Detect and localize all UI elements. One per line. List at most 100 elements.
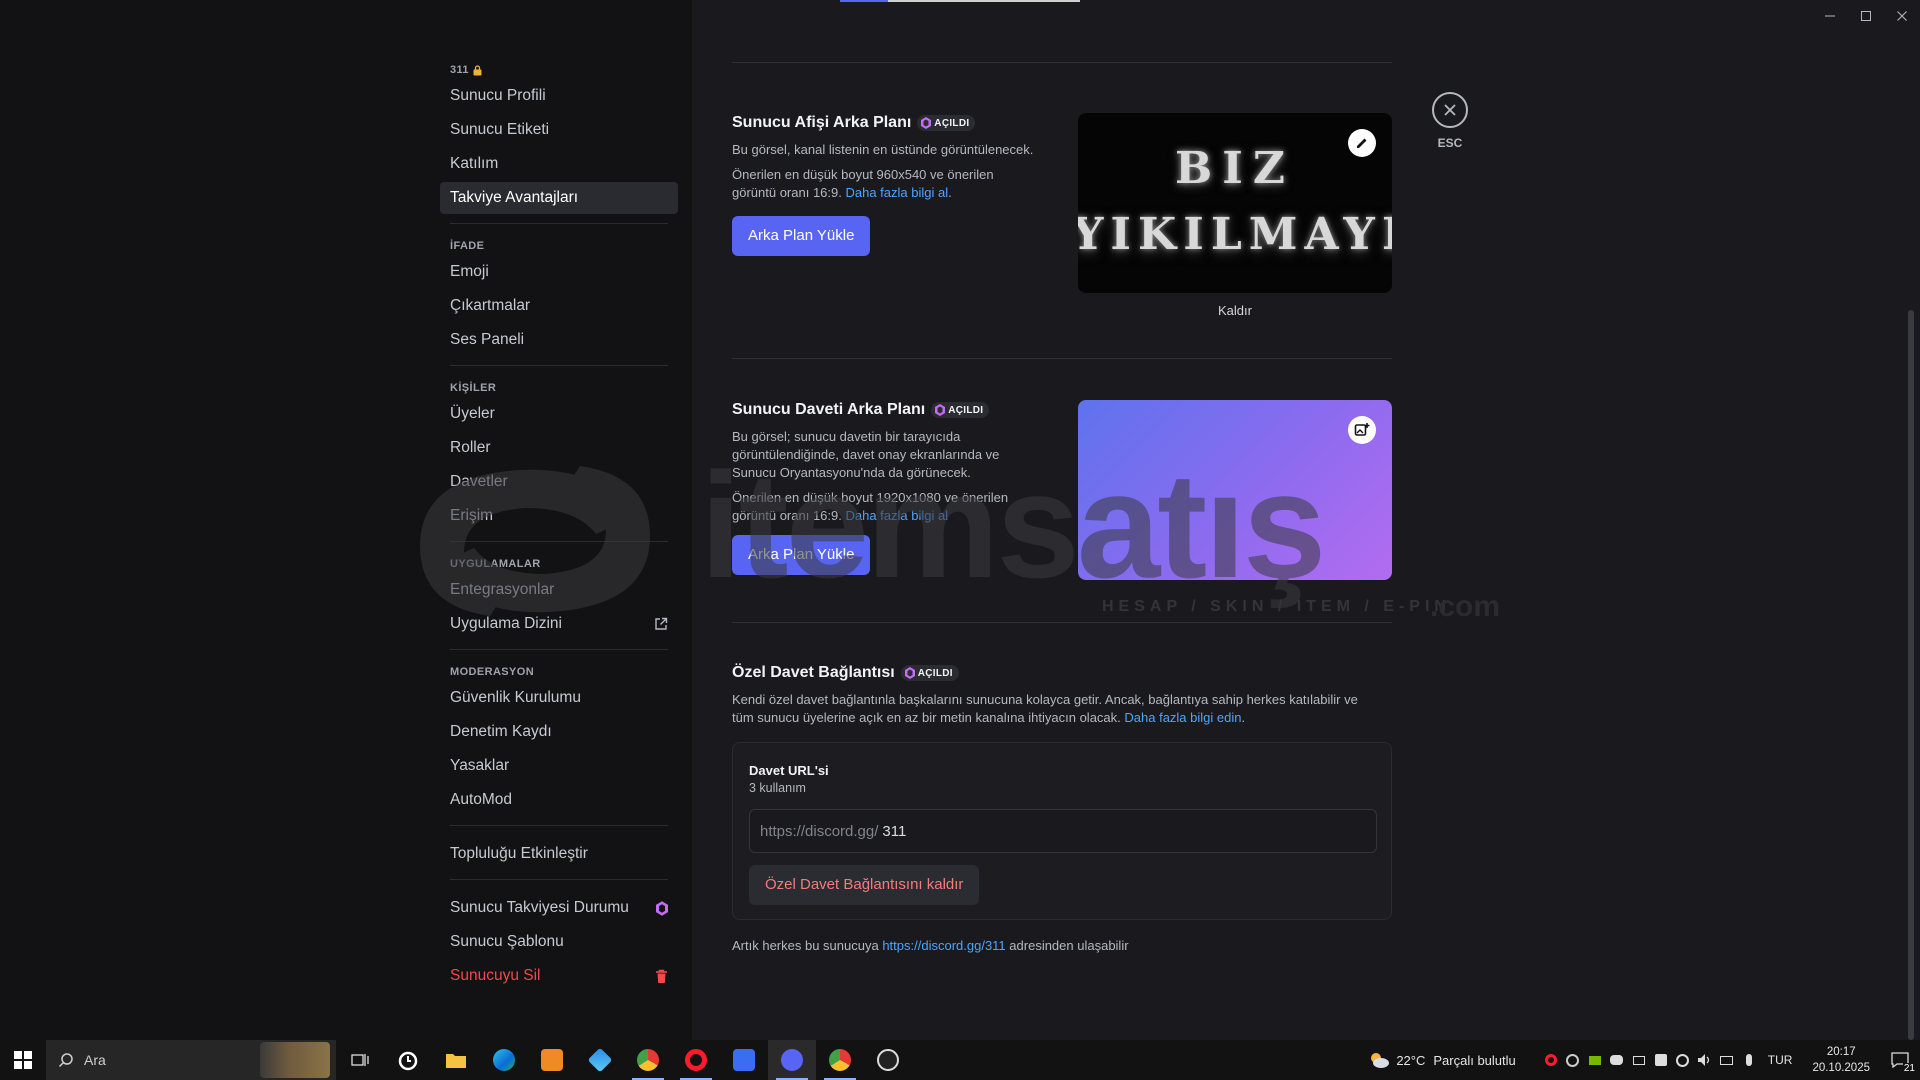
close-settings-button[interactable]: [1432, 92, 1468, 128]
sidebar-item-label: Roller: [450, 439, 491, 456]
start-button[interactable]: [0, 1040, 46, 1080]
opera-tray-icon[interactable]: [1540, 1040, 1562, 1080]
sidebar-item-access[interactable]: Erişim: [440, 500, 678, 532]
nvidia-tray-icon[interactable]: [1584, 1040, 1606, 1080]
network-tray-icon[interactable]: [1672, 1040, 1694, 1080]
sidebar-item-label: Entegrasyonlar: [450, 581, 555, 598]
vanity-desc: Kendi özel davet bağlantınla başkalarını…: [732, 692, 1358, 725]
task-view-button[interactable]: [336, 1040, 384, 1080]
invite-url-box: Davet URL'si 3 kullanım https://discord.…: [732, 742, 1392, 920]
top-tab-indicator: [840, 0, 1080, 2]
taskbar-app-chrome[interactable]: [624, 1040, 672, 1080]
sidebar-item-app-directory[interactable]: Uygulama Dizini: [440, 608, 678, 640]
sidebar-item-label: Sunucu Şablonu: [450, 933, 564, 950]
learn-more-link[interactable]: Daha fazla bilgi al: [845, 185, 948, 200]
sidebar-item-label: Davetler: [450, 473, 508, 490]
taskbar-app-timer[interactable]: [384, 1040, 432, 1080]
taskbar-app-obs[interactable]: [864, 1040, 912, 1080]
learn-more-link[interactable]: Daha fazla bilgi edin: [1124, 710, 1241, 725]
boost-gem-icon: [904, 667, 915, 679]
taskbar-app-network[interactable]: [576, 1040, 624, 1080]
sidebar-divider: [450, 223, 668, 224]
sidebar-item-server-profile[interactable]: Sunucu Profili: [440, 80, 678, 112]
taskbar-app-orange[interactable]: [528, 1040, 576, 1080]
add-image-icon[interactable]: [1348, 416, 1376, 444]
sidebar-item-members[interactable]: Üyeler: [440, 398, 678, 430]
display-icon[interactable]: [1716, 1040, 1738, 1080]
maximize-button[interactable]: [1848, 0, 1884, 32]
sidebar-item-automod[interactable]: AutoMod: [440, 784, 678, 816]
sidebar-item-safety-setup[interactable]: Güvenlik Kurulumu: [440, 682, 678, 714]
sidebar-item-label: Yasaklar: [450, 757, 510, 774]
close-icon: [1444, 104, 1456, 116]
taskbar-app-explorer[interactable]: [432, 1040, 480, 1080]
url-value[interactable]: 311: [882, 823, 906, 840]
remove-vanity-url-button[interactable]: Özel Davet Bağlantısını kaldır: [749, 865, 980, 905]
sidebar-item-stickers[interactable]: Çıkartmalar: [440, 290, 678, 322]
task-view-icon: [351, 1054, 369, 1066]
weather-text[interactable]: Parçalı bulutlu: [1433, 1053, 1515, 1068]
sidebar-item-boost-status[interactable]: Sunucu Takviyesi Durumu: [440, 892, 678, 924]
sidebar-item-boost-perks[interactable]: Takviye Avantajları: [440, 182, 678, 214]
banner-desc: Bu görsel, kanal listenin en üstünde gör…: [732, 142, 1034, 157]
sidebar-item-audit-log[interactable]: Denetim Kaydı: [440, 716, 678, 748]
vanity-url-link[interactable]: https://discord.gg/311: [882, 938, 1005, 953]
obs-icon: [877, 1049, 899, 1071]
pencil-icon[interactable]: [1348, 129, 1376, 157]
language-indicator[interactable]: TUR: [1768, 1053, 1793, 1067]
weather-temp[interactable]: 22°C: [1396, 1053, 1425, 1068]
vanity-url-input[interactable]: https://discord.gg/ 311: [749, 809, 1377, 853]
steam-tray-icon[interactable]: [1562, 1040, 1584, 1080]
upload-banner-button[interactable]: Arka Plan Yükle: [732, 216, 871, 256]
banner-preview-image[interactable]: BIZ YIKILMAYIZ: [1078, 113, 1392, 293]
vanity-title: Özel Davet Bağlantısı AÇILDI: [732, 662, 1392, 684]
sidebar-divider: [450, 825, 668, 826]
sidebar-item-integrations[interactable]: Entegrasyonlar: [440, 574, 678, 606]
upload-invite-bg-button[interactable]: Arka Plan Yükle: [732, 535, 871, 575]
notification-center-button[interactable]: 21: [1880, 1040, 1920, 1080]
sidebar-item-roles[interactable]: Roller: [440, 432, 678, 464]
volume-icon[interactable]: [1694, 1040, 1716, 1080]
sidebar-item-onboarding[interactable]: Katılım: [440, 148, 678, 180]
sidebar-item-bans[interactable]: Yasaklar: [440, 750, 678, 782]
taskbar-app-edge[interactable]: [480, 1040, 528, 1080]
network-app-icon: [587, 1047, 613, 1073]
sidebar-item-label: Takviye Avantajları: [450, 189, 579, 206]
weather-icon[interactable]: [1364, 1040, 1394, 1080]
taskbar-app-discord[interactable]: [768, 1040, 816, 1080]
sidebar-section-title: UYGULAMALAR: [450, 558, 541, 570]
sidebar-item-server-template[interactable]: Sunucu Şablonu: [440, 926, 678, 958]
sidebar-item-emoji[interactable]: Emoji: [440, 256, 678, 288]
remove-banner-link[interactable]: Kaldır: [1078, 303, 1392, 318]
sidebar-item-invites[interactable]: Davetler: [440, 466, 678, 498]
sidebar-item-label: Katılım: [450, 155, 499, 172]
learn-more-link[interactable]: Daha fazla bilgi al: [845, 508, 948, 523]
close-window-button[interactable]: [1884, 0, 1920, 32]
minimize-button[interactable]: [1812, 0, 1848, 32]
trash-icon: [655, 969, 668, 984]
invite-bg-desc: Bu görsel; sunucu davetin bir tarayıcıda…: [732, 429, 1000, 480]
sidebar-item-soundboard[interactable]: Ses Paneli: [440, 324, 678, 356]
taskbar-app-opera[interactable]: [672, 1040, 720, 1080]
security-tray-icon[interactable]: [1650, 1040, 1672, 1080]
taskbar-app-chrome-2[interactable]: [816, 1040, 864, 1080]
window-controls: [1812, 0, 1920, 32]
maximize-icon: [1861, 11, 1871, 21]
sidebar-item-enable-community[interactable]: Topluluğu Etkinleştir: [440, 838, 678, 870]
clock[interactable]: 20:17 20.10.2025: [1802, 1044, 1880, 1076]
microphone-icon[interactable]: [1738, 1040, 1760, 1080]
sidebar-item-delete-server[interactable]: Sunucuyu Sil: [440, 960, 678, 992]
taskbar-search[interactable]: Ara: [46, 1040, 336, 1080]
esc-label: ESC: [1437, 136, 1463, 150]
keyboard-tray-icon[interactable]: [1628, 1040, 1650, 1080]
settings-sidebar: 311 Sunucu Profili Sunucu Etiketi Katılım Ta…: [0, 0, 692, 1040]
unlocked-badge: AÇILDI: [917, 115, 976, 131]
content-scrollbar[interactable]: [1908, 310, 1914, 1040]
unlocked-badge: AÇILDI: [900, 665, 959, 681]
invite-bg-preview[interactable]: [1078, 400, 1392, 580]
taskbar-app-blue[interactable]: [720, 1040, 768, 1080]
invite-uses: 3 kullanım: [749, 781, 806, 795]
banner-section: Sunucu Afişi Arka Planı AÇILDI Bu görsel…: [732, 112, 1072, 256]
discord-tray-icon[interactable]: [1606, 1040, 1628, 1080]
sidebar-item-server-tag[interactable]: Sunucu Etiketi: [440, 114, 678, 146]
